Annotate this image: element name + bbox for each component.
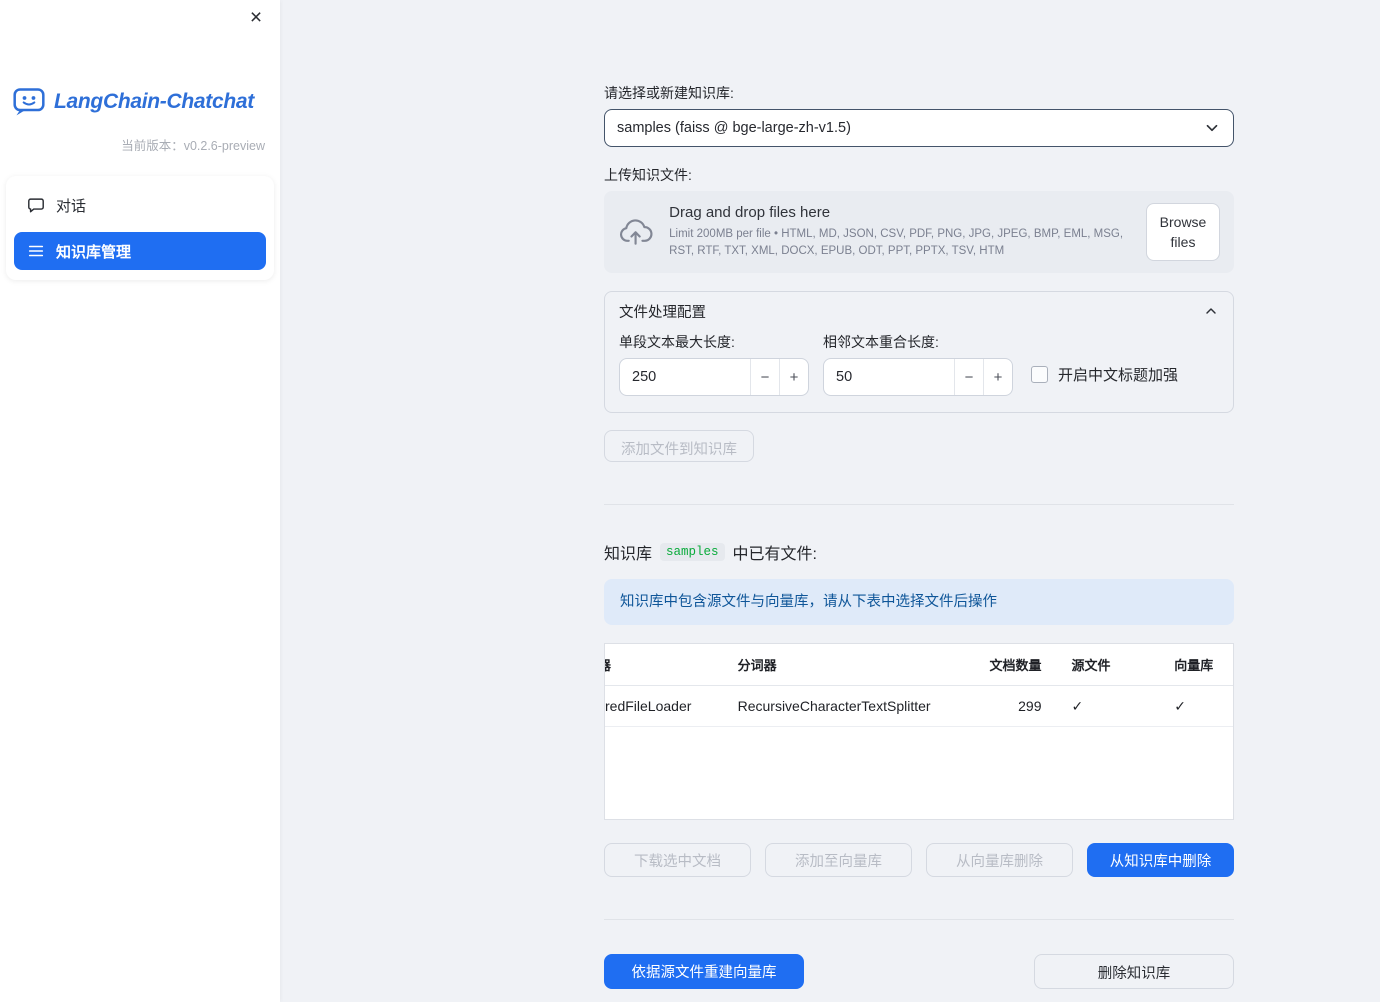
overlap-label: 相邻文本重合长度: <box>823 334 939 350</box>
list-icon <box>28 245 44 257</box>
chunk-size-value: 250 <box>632 369 657 385</box>
sidebar-close-button[interactable]: × <box>244 5 268 29</box>
chunk-size-label: 单段文本最大长度: <box>619 334 735 350</box>
divider <box>604 919 1234 921</box>
sidebar-item-kb-management[interactable]: 知识库管理 <box>14 232 266 270</box>
delete-kb-button[interactable]: 删除知识库 <box>1034 954 1234 990</box>
expander-title: 文件处理配置 <box>619 304 706 321</box>
decrement-button[interactable]: − <box>954 359 983 395</box>
chunk-size-input[interactable]: 250 − + <box>619 358 809 396</box>
expander-header[interactable]: 文件处理配置 <box>605 292 1233 330</box>
files-table: 器 分词器 文档数量 源文件 向量库 redFileLoader Recursi… <box>604 643 1234 821</box>
dropzone-limit: Limit 200MB per file • HTML, MD, JSON, C… <box>669 228 1124 257</box>
cell-vector-store-check: ✓ <box>1174 697 1186 714</box>
increment-button[interactable]: + <box>983 359 1012 395</box>
chunk-size-field: 单段文本最大长度: 250 − + <box>619 332 809 396</box>
cell-loader: redFileLoader <box>605 698 692 715</box>
decrement-button[interactable]: − <box>750 359 779 395</box>
column-header-label: 向量库 <box>1174 658 1214 674</box>
checkbox-label: 开启中文标题加强 <box>1058 366 1179 384</box>
kb-name-code: samples <box>660 543 725 561</box>
app-logo: LangChain-Chatchat <box>12 86 280 118</box>
column-header-doc-count[interactable]: 文档数量 <box>947 655 1050 674</box>
column-header-vector-store[interactable]: 向量库 <box>1154 655 1233 674</box>
chevron-up-icon <box>1206 308 1216 314</box>
kb-selectbox[interactable]: samples (faiss @ bge-large-zh-v1.5) <box>604 109 1234 147</box>
cell-splitter: RecursiveCharacterTextSplitter <box>737 698 931 715</box>
add-to-vector-button[interactable]: 添加至向量库 <box>765 843 912 878</box>
sidebar-menu: 对话 知识库管理 <box>6 176 274 280</box>
kb-level-buttons: 依据源文件重建向量库 删除知识库 <box>604 954 1234 990</box>
existing-prefix: 知识库 <box>604 546 653 563</box>
column-header-splitter[interactable]: 分词器 <box>720 655 947 674</box>
app-title: LangChain-Chatchat <box>54 90 254 113</box>
version-label: 当前版本：v0.2.6-preview <box>121 139 265 153</box>
close-icon: × <box>249 5 263 29</box>
main-content: 请选择或新建知识库: samples (faiss @ bge-large-zh… <box>604 0 1234 990</box>
sidebar: × LangChain-Chatchat 当前版本：v0.2.6-preview… <box>0 0 280 1002</box>
dropzone-title: Drag and drop files here <box>669 204 831 222</box>
divider <box>604 504 1234 505</box>
chatchat-logo-icon <box>13 88 45 116</box>
download-selected-button[interactable]: 下载选中文档 <box>604 843 751 878</box>
upload-cloud-icon <box>620 219 653 245</box>
column-header-label: 分词器 <box>737 658 777 674</box>
checkbox-icon <box>1031 365 1048 383</box>
chevron-down-icon <box>1206 124 1218 132</box>
file-config-expander: 文件处理配置 单段文本最大长度: 250 − + 相邻文本重合长度: 50 − … <box>604 291 1234 413</box>
overlap-input[interactable]: 50 − + <box>823 358 1013 396</box>
info-banner: 知识库中包含源文件与向量库，请从下表中选择文件后操作 <box>604 579 1234 626</box>
existing-files-line: 知识库 samples 中已有文件: <box>604 540 1234 564</box>
table-header-row: 器 分词器 文档数量 源文件 向量库 <box>605 644 1233 687</box>
table-row[interactable]: redFileLoader RecursiveCharacterTextSpli… <box>605 686 1233 728</box>
menu-item-label: 对话 <box>56 197 87 215</box>
file-action-buttons: 下载选中文档 添加至向量库 从向量库删除 从知识库中删除 <box>604 843 1234 878</box>
sidebar-item-dialogue[interactable]: 对话 <box>14 186 266 224</box>
upload-label: 上传知识文件: <box>604 167 692 183</box>
existing-suffix: 中已有文件: <box>732 546 817 563</box>
add-files-button[interactable]: 添加文件到知识库 <box>604 430 754 462</box>
increment-button[interactable]: + <box>779 359 808 395</box>
chat-bubble-icon <box>28 198 44 213</box>
cell-doc-count: 299 <box>1018 698 1042 715</box>
cell-source-file-check: ✓ <box>1071 697 1084 714</box>
kb-selected-value: samples (faiss @ bge-large-zh-v1.5) <box>617 120 851 136</box>
browse-files-button[interactable]: Browse files <box>1146 203 1220 261</box>
overlap-value: 50 <box>836 369 853 385</box>
menu-item-label: 知识库管理 <box>56 243 132 261</box>
file-dropzone[interactable]: Drag and drop files here Limit 200MB per… <box>604 191 1234 273</box>
column-header-label: 文档数量 <box>989 658 1042 674</box>
zh-title-checkbox[interactable]: 开启中文标题加强 <box>1031 355 1178 393</box>
rebuild-vector-store-button[interactable]: 依据源文件重建向量库 <box>604 954 804 990</box>
delete-from-vector-button[interactable]: 从向量库删除 <box>926 843 1073 878</box>
column-header-label: 器 <box>605 655 611 674</box>
overlap-field: 相邻文本重合长度: 50 − + <box>823 332 1013 396</box>
delete-from-kb-button[interactable]: 从知识库中删除 <box>1087 843 1234 878</box>
column-header-source-file[interactable]: 源文件 <box>1050 655 1155 674</box>
column-header-loader[interactable]: 器 <box>605 655 720 674</box>
dropzone-text: Drag and drop files here Limit 200MB per… <box>669 204 1130 259</box>
column-header-label: 源文件 <box>1071 658 1111 674</box>
kb-select-label: 请选择或新建知识库: <box>604 85 734 101</box>
expander-body: 单段文本最大长度: 250 − + 相邻文本重合长度: 50 − + 开启中文标… <box>605 330 1233 412</box>
